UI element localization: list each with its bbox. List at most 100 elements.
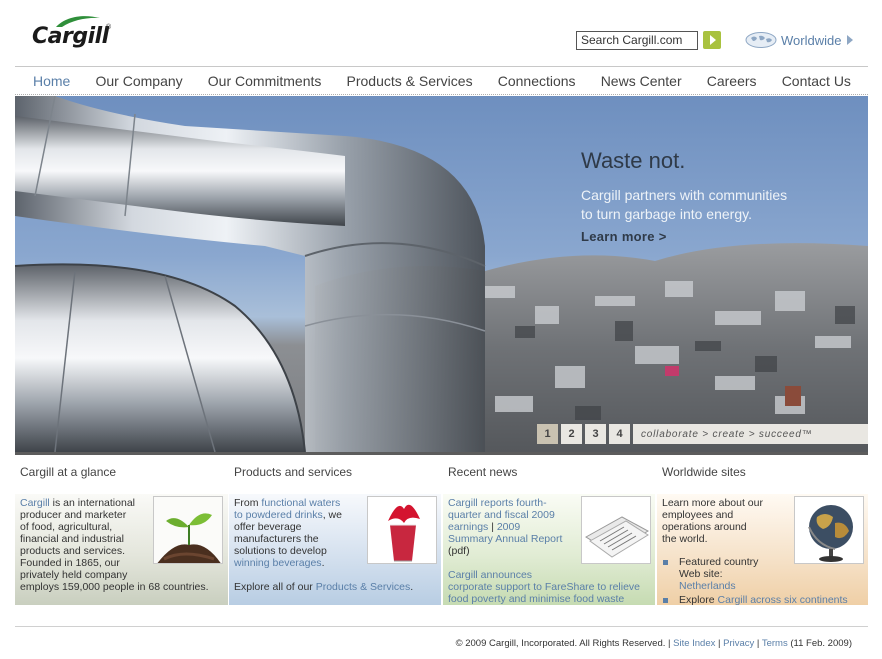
products-explore: Explore all of our Products & Services. (234, 581, 439, 593)
products-text-3: offer beverage (234, 521, 302, 533)
seedling-image (153, 496, 223, 564)
nav-connections[interactable]: Connections (498, 73, 576, 89)
worldwide-text-2: employees and (662, 509, 734, 521)
nav-our-commitments[interactable]: Our Commitments (208, 73, 322, 89)
site-index-link[interactable]: Site Index (673, 638, 715, 649)
products-text-4: manufacturers the (234, 533, 319, 545)
pager-page-3[interactable]: 3 (585, 424, 606, 444)
hero-banner[interactable]: Waste not. Cargill partners with communi… (15, 96, 868, 452)
glance-text-4: financial and industrial (20, 533, 124, 545)
nav-home[interactable]: Home (33, 73, 70, 89)
annual-report-year-link[interactable]: 2009 (497, 521, 520, 533)
pager-page-4[interactable]: 4 (609, 424, 630, 444)
netherlands-link[interactable]: Netherlands (679, 580, 736, 592)
nav-contact-us[interactable]: Contact Us (782, 73, 851, 89)
winning-beverages-link[interactable]: winning beverages (234, 557, 322, 569)
powdered-drinks-link[interactable]: to powdered drinks (234, 509, 323, 521)
search-input[interactable]: Search Cargill.com (576, 31, 698, 50)
hero-subtext-line1: Cargill partners with communities (581, 187, 788, 203)
glance-text-8: employs 159,000 people in 68 countries. (20, 581, 209, 593)
glance-panel: Cargill at a glance Cargill is an intern… (15, 455, 228, 605)
glance-heading: Cargill at a glance (20, 465, 117, 479)
news-item-1: Cargill reports fourth- quarter and fisc… (448, 497, 583, 557)
worldwide-label: Worldwide (781, 32, 842, 48)
earnings-link-3[interactable]: earnings (448, 521, 488, 533)
hero-headline: Waste not. (581, 148, 686, 173)
glance-text-3: of food, agricultural, (20, 521, 113, 533)
footer-sep-2: | (715, 638, 724, 649)
featured-text-2: Web site: (679, 568, 723, 580)
hero-subtext-line2: to turn garbage into energy. (581, 206, 752, 222)
news-body: Cargill reports fourth- quarter and fisc… (443, 494, 655, 605)
globe-icon (795, 497, 863, 563)
six-continents-link[interactable]: Cargill across six continents (718, 594, 848, 606)
products-body: From functional waters to powdered drink… (229, 494, 441, 605)
arrow-right-icon (847, 35, 854, 45)
glance-text-7: privately held company (20, 569, 128, 581)
nav-news-center[interactable]: News Center (601, 73, 682, 89)
cargill-logo[interactable]: Cargill ® (32, 12, 112, 52)
products-from: From (234, 497, 262, 509)
nav-products-services[interactable]: Products & Services (347, 73, 473, 89)
news-item-2: Cargill announces corporate support to F… (448, 569, 655, 605)
fareshare-link-2[interactable]: corporate support to FareShare to reliev… (448, 581, 640, 593)
functional-waters-link[interactable]: functional waters (261, 497, 340, 509)
hero-subtext: Cargill partners with communities to tur… (581, 186, 787, 224)
news-heading: Recent news (448, 465, 518, 479)
worldwide-text-3: operations around (662, 521, 747, 533)
worldwide-body: Learn more about our employees and opera… (657, 494, 868, 606)
copyright-text: © 2009 Cargill, Incorporated. All Rights… (455, 638, 666, 649)
footer-divider (15, 626, 868, 627)
play-arrow-icon (710, 35, 716, 45)
beverage-splash-image (367, 496, 437, 564)
glance-text-6: Founded in 1865, our (20, 557, 120, 569)
pdf-label: (pdf) (448, 545, 470, 557)
world-map-icon (745, 32, 777, 48)
nav-our-company[interactable]: Our Company (96, 73, 183, 89)
pager-page-1[interactable]: 1 (537, 424, 558, 444)
terms-link[interactable]: Terms (762, 638, 788, 649)
products-text-5: solutions to develop (234, 545, 327, 557)
privacy-link[interactable]: Privacy (723, 638, 754, 649)
products-heading: Products and services (234, 465, 353, 479)
main-navigation: Home Our Company Our Commitments Product… (15, 66, 868, 95)
earnings-link-2[interactable]: quarter and fiscal 2009 (448, 509, 555, 521)
footer-sep-3: | (754, 638, 762, 649)
nav-careers[interactable]: Careers (707, 73, 757, 89)
glance-text-1: is an international (49, 497, 135, 509)
learn-more-link[interactable]: Learn more > (581, 229, 667, 244)
products-services-link[interactable]: Products & Services (316, 581, 411, 593)
earnings-link-1[interactable]: Cargill reports fourth- (448, 497, 547, 509)
products-period: . (321, 557, 325, 569)
worldwide-text: Learn more about our employees and opera… (662, 497, 792, 545)
annual-report-link[interactable]: Summary Annual Report (448, 533, 562, 545)
seedling-icon (154, 497, 222, 563)
footer: © 2009 Cargill, Incorporated. All Rights… (456, 638, 852, 649)
explore-text: Explore (679, 594, 718, 606)
products-we: , we (322, 509, 342, 521)
fareshare-link-1[interactable]: Cargill announces (448, 569, 532, 581)
hero-tagline: collaborate > create > succeed™ (633, 424, 868, 444)
footer-sep-1: | (665, 638, 674, 649)
products-explore-text: Explore all of our (234, 581, 316, 593)
globe-image (794, 496, 864, 564)
beverage-glass-icon (368, 497, 436, 563)
worldwide-link[interactable]: Worldwide (745, 31, 854, 49)
featured-text-1: Featured country (679, 556, 759, 568)
products-panel: Products and services From functional wa… (229, 455, 441, 605)
search-go-button[interactable] (703, 31, 721, 49)
cargill-link[interactable]: Cargill (20, 497, 50, 509)
bullet-icon (663, 598, 668, 603)
hero-pipes-image (15, 96, 868, 452)
newspaper-image (581, 496, 651, 564)
registered-mark: ® (106, 24, 112, 31)
glance-text: Cargill is an international producer and… (20, 497, 150, 581)
footer-date: (11 Feb. 2009) (787, 638, 852, 649)
glance-text-2: producer and marketer (20, 509, 127, 521)
fareshare-link-3[interactable]: food poverty and minimise food waste (448, 593, 624, 605)
glance-body: Cargill is an international producer and… (15, 494, 228, 605)
pager-page-2[interactable]: 2 (561, 424, 582, 444)
bullet-icon (663, 560, 668, 565)
products-text: From functional waters to powdered drink… (234, 497, 364, 569)
glance-text-5: products and services. (20, 545, 126, 557)
